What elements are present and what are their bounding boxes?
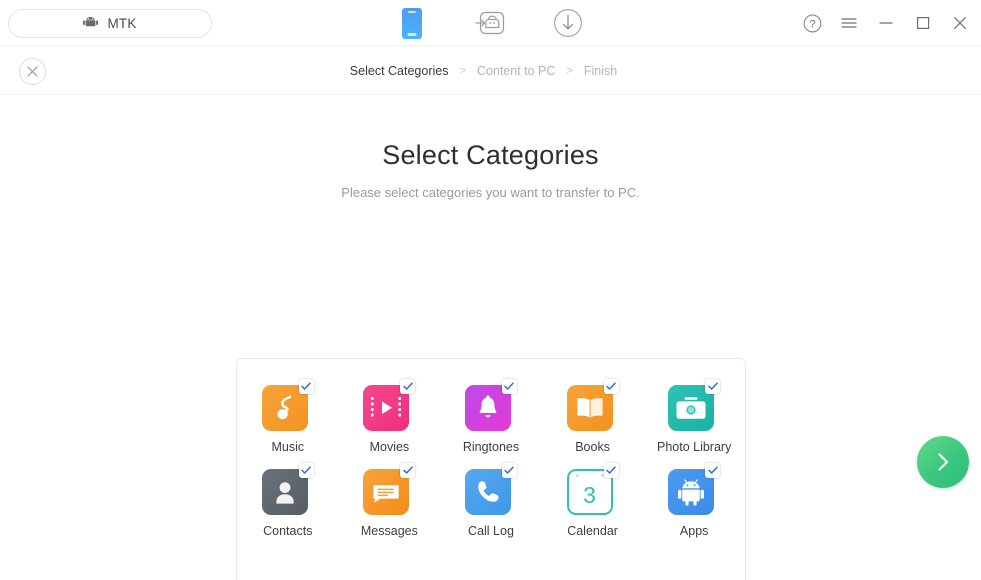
category-icon-wrap bbox=[566, 379, 619, 431]
category-call-log[interactable]: Call Log bbox=[440, 463, 542, 538]
svg-text:?: ? bbox=[809, 18, 815, 30]
category-checkbox[interactable] bbox=[400, 379, 416, 394]
title-bar: MTK ? bbox=[0, 0, 981, 46]
category-label: Calendar bbox=[567, 524, 618, 538]
category-label: Music bbox=[271, 440, 305, 454]
category-checkbox[interactable] bbox=[298, 463, 314, 478]
close-icon[interactable] bbox=[949, 12, 971, 34]
category-calendar[interactable]: 3 Calendar bbox=[542, 463, 644, 538]
category-checkbox[interactable] bbox=[501, 379, 517, 394]
category-icon-wrap bbox=[363, 463, 416, 515]
device-tab-mtk[interactable]: MTK bbox=[8, 9, 212, 38]
category-label: Ringtones bbox=[462, 440, 520, 454]
category-icon-wrap bbox=[464, 463, 517, 515]
download-icon[interactable] bbox=[551, 6, 585, 40]
category-label: Contacts bbox=[263, 524, 313, 538]
category-checkbox[interactable] bbox=[400, 463, 416, 478]
page-subtitle: Please select categories you want to tra… bbox=[341, 185, 640, 200]
breadcrumb-separator: > bbox=[459, 64, 466, 77]
transfer-to-device-icon[interactable] bbox=[473, 6, 507, 40]
toolbar-icon-group bbox=[395, 0, 585, 46]
category-checkbox[interactable] bbox=[705, 379, 721, 394]
category-apps[interactable]: Apps bbox=[643, 463, 745, 538]
category-label: Photo Library bbox=[656, 440, 732, 454]
menu-icon[interactable] bbox=[838, 12, 860, 34]
android-icon bbox=[83, 15, 99, 33]
category-movies[interactable]: Movies bbox=[339, 379, 441, 454]
category-messages[interactable]: Messages bbox=[339, 463, 441, 538]
category-contacts[interactable]: Contacts bbox=[237, 463, 339, 538]
device-tab-label: MTK bbox=[107, 16, 137, 31]
category-icon-wrap bbox=[261, 379, 314, 431]
minimize-icon[interactable] bbox=[875, 12, 897, 34]
maximize-icon[interactable] bbox=[912, 12, 934, 34]
category-checkbox[interactable] bbox=[603, 463, 619, 478]
breadcrumb-step-select-categories[interactable]: Select Categories bbox=[350, 64, 449, 78]
calendar-day: 3 bbox=[583, 481, 596, 508]
chevron-right-icon bbox=[938, 453, 949, 471]
category-icon-wrap bbox=[464, 379, 517, 431]
category-icon-wrap bbox=[363, 379, 416, 431]
category-icon-wrap: 3 bbox=[566, 463, 619, 515]
categories-panel: Music Movies Ringtones Books Photo Libra… bbox=[236, 358, 746, 580]
breadcrumb-separator: > bbox=[566, 64, 573, 77]
category-icon-wrap bbox=[261, 463, 314, 515]
phone-icon[interactable] bbox=[395, 6, 429, 40]
category-checkbox[interactable] bbox=[501, 463, 517, 478]
category-label: Movies bbox=[369, 440, 410, 454]
category-music[interactable]: Music bbox=[237, 379, 339, 454]
category-icon-wrap bbox=[668, 463, 721, 515]
breadcrumb-step-content-to-pc[interactable]: Content to PC bbox=[477, 64, 556, 78]
window-controls: ? bbox=[801, 0, 971, 46]
breadcrumb-bar: Select Categories > Content to PC > Fini… bbox=[0, 46, 981, 95]
category-photo-library[interactable]: Photo Library bbox=[643, 379, 745, 454]
breadcrumb-step-finish[interactable]: Finish bbox=[584, 64, 617, 78]
category-label: Apps bbox=[679, 524, 709, 538]
category-checkbox[interactable] bbox=[705, 463, 721, 478]
category-ringtones[interactable]: Ringtones bbox=[440, 379, 542, 454]
next-button[interactable] bbox=[917, 436, 969, 488]
close-step-button[interactable] bbox=[19, 58, 46, 85]
breadcrumb: Select Categories > Content to PC > Fini… bbox=[0, 46, 981, 95]
page-title: Select Categories bbox=[382, 140, 599, 170]
category-label: Call Log bbox=[468, 524, 514, 538]
help-icon[interactable]: ? bbox=[801, 12, 823, 34]
main-content: Select Categories Please select categori… bbox=[0, 140, 981, 580]
category-books[interactable]: Books bbox=[542, 379, 644, 454]
category-checkbox[interactable] bbox=[298, 379, 314, 394]
categories-grid: Music Movies Ringtones Books Photo Libra… bbox=[237, 379, 745, 547]
category-label: Books bbox=[575, 440, 610, 454]
category-label: Messages bbox=[360, 524, 418, 538]
category-checkbox[interactable] bbox=[603, 379, 619, 394]
category-icon-wrap bbox=[668, 379, 721, 431]
